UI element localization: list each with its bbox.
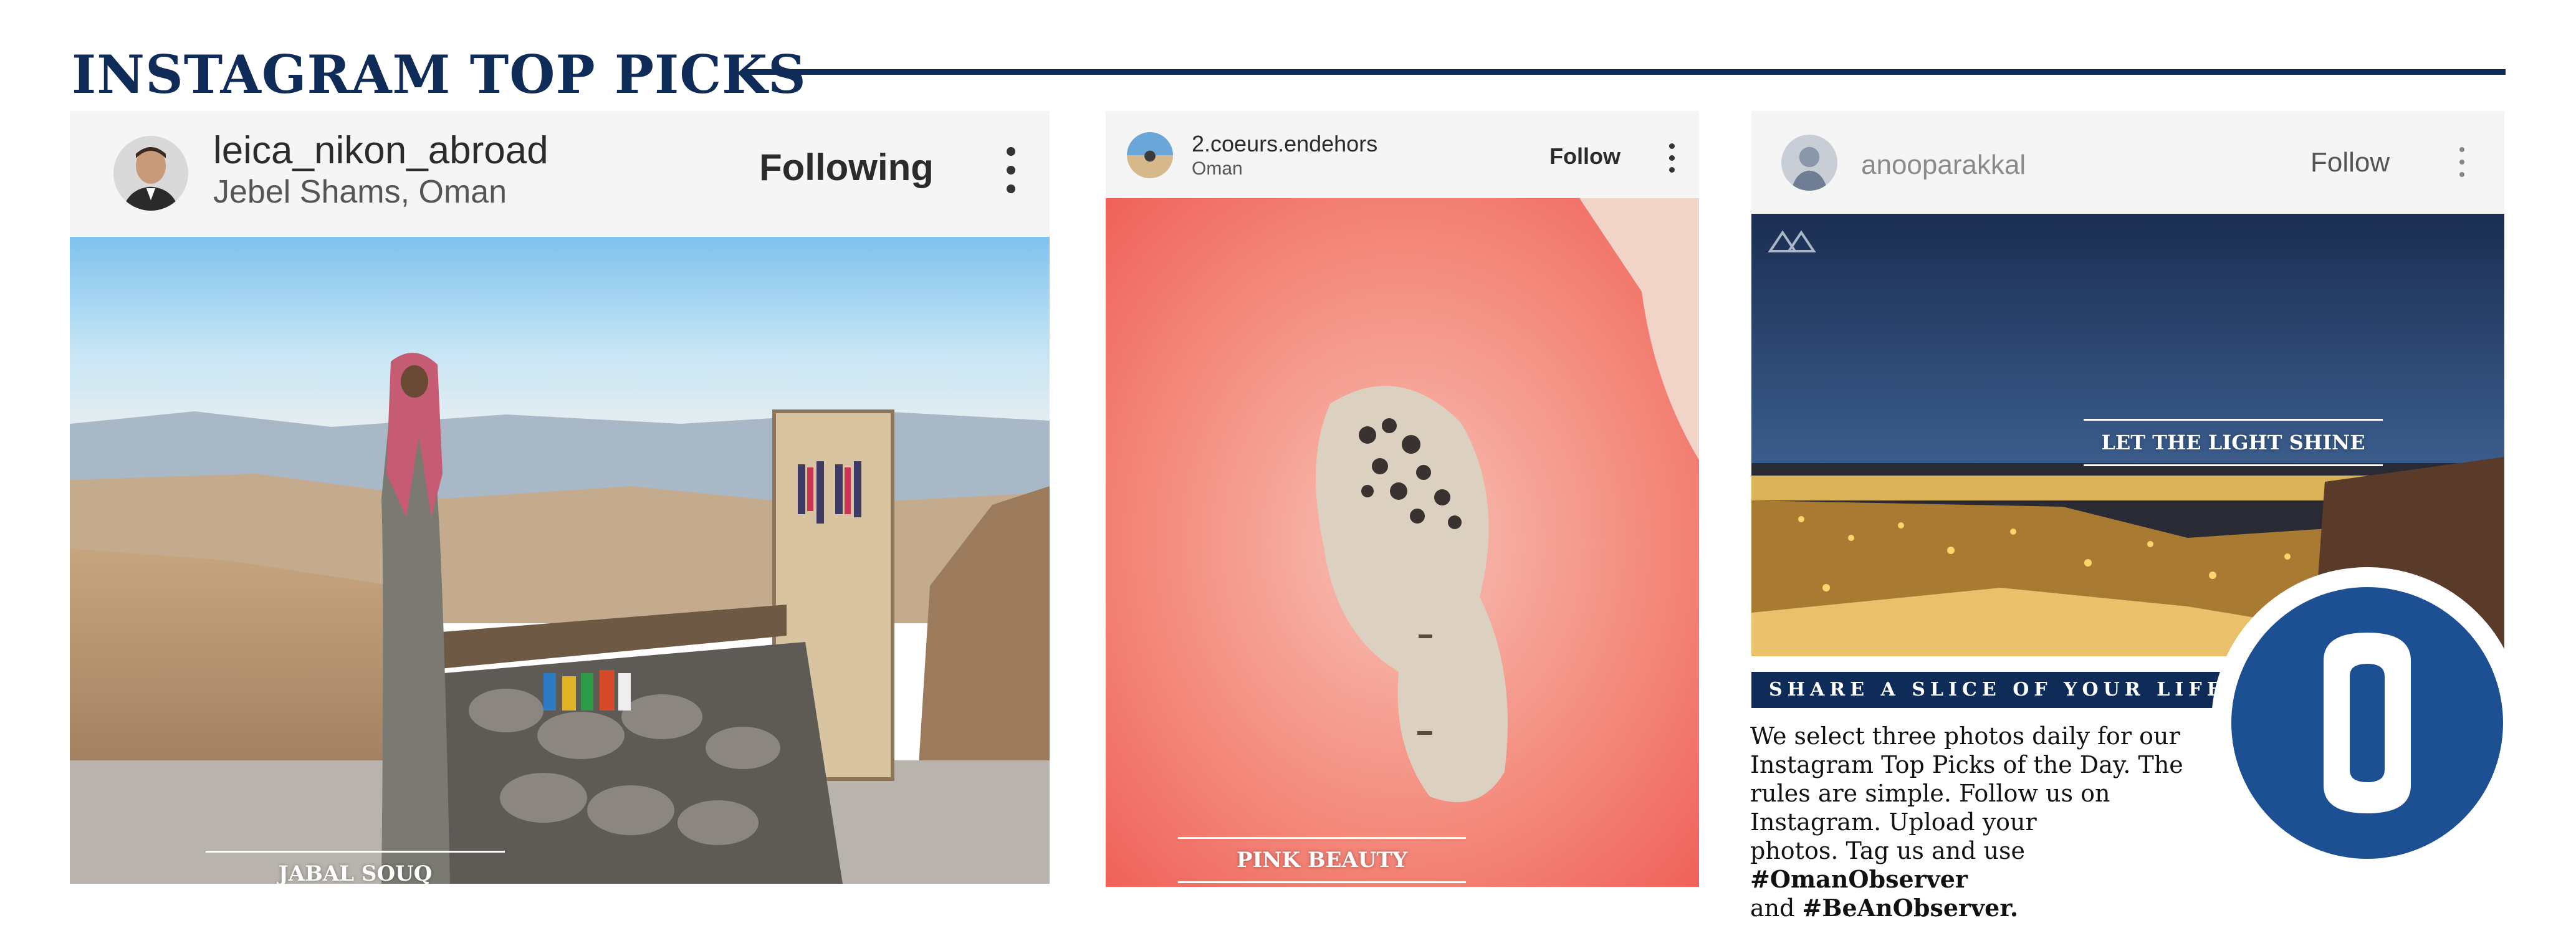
location[interactable]: Jebel Shams, Oman — [213, 173, 507, 211]
instagram-post-card: leica_nikon_abroad Jebel Shams, Oman Fol… — [70, 111, 1050, 884]
username[interactable]: leica_nikon_abroad — [213, 128, 548, 173]
post-header: leica_nikon_abroad Jebel Shams, Oman Fol… — [70, 111, 1050, 237]
post-photo: JABAL SOUQ — [70, 237, 1050, 884]
username[interactable]: anooparakkal — [1861, 150, 2026, 181]
more-vertical-icon[interactable] — [1669, 143, 1677, 179]
share-banner: SHARE A SLICE OF YOUR LIFE — [1751, 672, 2222, 708]
oman-observer-logo-icon — [2211, 567, 2523, 879]
user-avatar-icon[interactable] — [1127, 132, 1173, 178]
hashtag-oman-observer: #OmanObserver — [1750, 865, 1968, 893]
hashtag-be-an-observer: #BeAnObserver. — [1802, 894, 2019, 922]
share-text-fragment: photos. Tag us and use — [1750, 837, 2025, 864]
share-text-fragment: and — [1750, 894, 1803, 922]
share-text-line: and #BeAnObserver. — [1750, 894, 2249, 922]
share-text-line: Instagram Top Picks of the Day. The — [1750, 751, 2183, 778]
share-description: We select three photos daily for our Ins… — [1750, 722, 2249, 922]
follow-button[interactable]: Follow — [2310, 147, 2390, 178]
follow-button[interactable]: Follow — [1549, 143, 1621, 170]
share-text-line: We select three photos daily for our — [1750, 722, 2180, 750]
share-text-line: rules are simple. Follow us on — [1750, 780, 2110, 807]
post-header: anooparakkal Follow — [1751, 111, 2504, 214]
share-text-line: Instagram. Upload your — [1750, 808, 2037, 836]
instagram-post-card: 2.coeurs.endehors Oman Follow PINK BEAUT… — [1106, 111, 1699, 887]
more-vertical-icon[interactable] — [1007, 147, 1017, 203]
user-avatar-icon[interactable] — [1781, 135, 1837, 191]
title-rule — [745, 69, 2506, 75]
following-button[interactable]: Following — [759, 146, 934, 189]
location[interactable]: Oman — [1192, 158, 1243, 179]
photo-caption: LET THE LIGHT SHINE — [2084, 419, 2383, 466]
more-vertical-icon[interactable] — [2459, 147, 2467, 184]
user-avatar-icon[interactable] — [113, 136, 188, 211]
photo-caption: JABAL SOUQ — [206, 851, 505, 884]
page-title: INSTAGRAM TOP PICKS — [72, 44, 807, 105]
post-header: 2.coeurs.endehors Oman Follow — [1106, 111, 1699, 198]
share-text-line: photos. Tag us and use #OmanObserver — [1750, 836, 2249, 894]
post-photo: PINK BEAUTY — [1106, 198, 1699, 887]
username[interactable]: 2.coeurs.endehors — [1192, 131, 1377, 157]
photo-caption: PINK BEAUTY — [1178, 837, 1466, 883]
